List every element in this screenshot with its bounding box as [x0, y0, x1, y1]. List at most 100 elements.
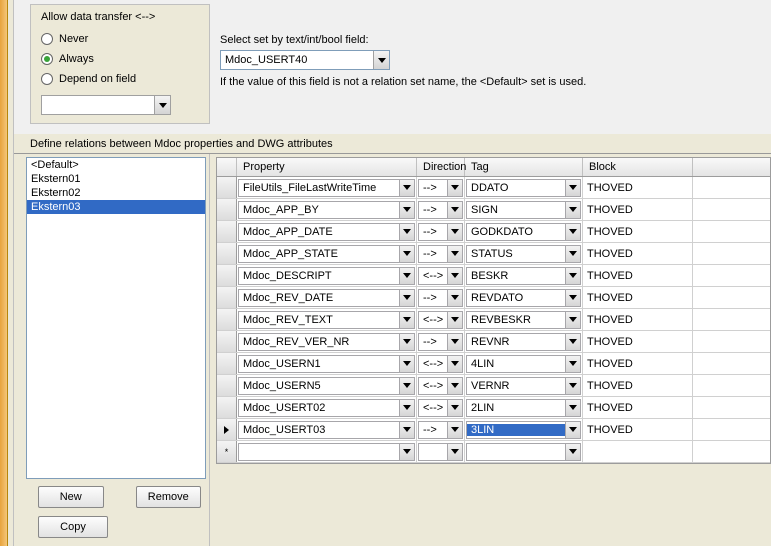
- direction-select[interactable]: -->: [418, 223, 463, 241]
- radio-always[interactable]: Always: [41, 53, 199, 65]
- table-row[interactable]: Mdoc_REV_DATE-->REVDATOTHOVED: [217, 287, 770, 309]
- direction-select[interactable]: -->: [418, 421, 463, 439]
- tag-select[interactable]: STATUS: [466, 245, 581, 263]
- block-value: THOVED: [583, 331, 693, 352]
- table-row-new[interactable]: *: [217, 441, 770, 463]
- property-select[interactable]: Mdoc_REV_VER_NR: [238, 333, 415, 351]
- tag-select[interactable]: REVBESKR: [466, 311, 581, 329]
- property-select[interactable]: Mdoc_USERN5: [238, 377, 415, 395]
- copy-button[interactable]: Copy: [38, 516, 108, 538]
- property-select[interactable]: Mdoc_USERN1: [238, 355, 415, 373]
- direction-select[interactable]: <-->: [418, 355, 463, 373]
- row-handle[interactable]: [217, 331, 237, 352]
- property-select[interactable]: Mdoc_USERT03: [238, 421, 415, 439]
- row-handle[interactable]: [217, 221, 237, 242]
- new-button[interactable]: New: [38, 486, 104, 508]
- tag-select[interactable]: VERNR: [466, 377, 581, 395]
- table-row[interactable]: Mdoc_USERT02<-->2LINTHOVED: [217, 397, 770, 419]
- table-row[interactable]: Mdoc_DESCRIPT<-->BESKRTHOVED: [217, 265, 770, 287]
- table-row[interactable]: Mdoc_APP_STATE-->STATUSTHOVED: [217, 243, 770, 265]
- list-item[interactable]: Ekstern02: [27, 186, 205, 200]
- direction-select[interactable]: <-->: [418, 377, 463, 395]
- row-handle[interactable]: [217, 397, 237, 418]
- direction-select[interactable]: [418, 443, 463, 461]
- remove-button[interactable]: Remove: [136, 486, 202, 508]
- tag-select[interactable]: 4LIN: [466, 355, 581, 373]
- row-handle[interactable]: *: [217, 441, 237, 462]
- row-handle[interactable]: [217, 419, 237, 440]
- direction-select[interactable]: -->: [418, 245, 463, 263]
- grid-header-direction[interactable]: Direction: [417, 158, 465, 176]
- tag-select[interactable]: BESKR: [466, 267, 581, 285]
- tag-select[interactable]: [466, 443, 581, 461]
- direction-select[interactable]: <-->: [418, 399, 463, 417]
- relation-set-list[interactable]: <Default>Ekstern01Ekstern02Ekstern03: [26, 157, 206, 479]
- grid-header-block[interactable]: Block: [583, 158, 693, 176]
- tag-select[interactable]: 3LIN: [466, 421, 581, 439]
- tag-select[interactable]: GODKDATO: [466, 223, 581, 241]
- chevron-down-icon: [399, 290, 414, 306]
- property-select[interactable]: Mdoc_REV_TEXT: [238, 311, 415, 329]
- row-handle[interactable]: [217, 199, 237, 220]
- property-select[interactable]: Mdoc_APP_BY: [238, 201, 415, 219]
- direction-select[interactable]: <-->: [418, 267, 463, 285]
- direction-select[interactable]: -->: [418, 289, 463, 307]
- property-select[interactable]: FileUtils_FileLastWriteTime: [238, 179, 415, 197]
- chevron-down-icon: [154, 96, 170, 114]
- property-select[interactable]: Mdoc_APP_DATE: [238, 223, 415, 241]
- chevron-down-icon: [399, 246, 414, 262]
- tag-select[interactable]: SIGN: [466, 201, 581, 219]
- chevron-down-icon: [447, 180, 462, 196]
- table-row[interactable]: Mdoc_APP_BY-->SIGNTHOVED: [217, 199, 770, 221]
- table-row[interactable]: Mdoc_REV_TEXT<-->REVBESKRTHOVED: [217, 309, 770, 331]
- property-select[interactable]: Mdoc_DESCRIPT: [238, 267, 415, 285]
- grid-header-property[interactable]: Property: [237, 158, 417, 176]
- select-set-dropdown[interactable]: Mdoc_USERT40: [220, 50, 390, 70]
- row-handle[interactable]: [217, 309, 237, 330]
- property-select[interactable]: Mdoc_REV_DATE: [238, 289, 415, 307]
- radio-depend-on-field[interactable]: Depend on field: [41, 73, 199, 85]
- tag-select[interactable]: REVDATO: [466, 289, 581, 307]
- property-select[interactable]: [238, 443, 415, 461]
- table-row[interactable]: Mdoc_USERN5<-->VERNRTHOVED: [217, 375, 770, 397]
- tag-value: REVNR: [467, 336, 565, 348]
- list-item[interactable]: Ekstern01: [27, 172, 205, 186]
- row-handle[interactable]: [217, 177, 237, 198]
- list-item[interactable]: Ekstern03: [27, 200, 205, 214]
- chevron-down-icon: [447, 334, 462, 350]
- row-handle[interactable]: [217, 265, 237, 286]
- list-item[interactable]: <Default>: [27, 158, 205, 172]
- tag-select[interactable]: 2LIN: [466, 399, 581, 417]
- button-label: Copy: [60, 521, 86, 533]
- row-handle[interactable]: [217, 375, 237, 396]
- tag-value: REVDATO: [467, 292, 565, 304]
- chevron-down-icon: [447, 356, 462, 372]
- property-select[interactable]: Mdoc_USERT02: [238, 399, 415, 417]
- tag-select[interactable]: DDATO: [466, 179, 581, 197]
- grid-header-tag[interactable]: Tag: [465, 158, 583, 176]
- property-select[interactable]: Mdoc_APP_STATE: [238, 245, 415, 263]
- relations-grid: Property Direction Tag Block FileUtils_F…: [216, 157, 771, 464]
- tag-select[interactable]: REVNR: [466, 333, 581, 351]
- row-handle[interactable]: [217, 353, 237, 374]
- property-value: Mdoc_REV_VER_NR: [239, 336, 399, 348]
- row-handle[interactable]: [217, 287, 237, 308]
- table-row[interactable]: Mdoc_USERN1<-->4LINTHOVED: [217, 353, 770, 375]
- table-row[interactable]: FileUtils_FileLastWriteTime-->DDATOTHOVE…: [217, 177, 770, 199]
- depend-field-select[interactable]: [41, 95, 171, 115]
- direction-select[interactable]: -->: [418, 333, 463, 351]
- direction-select[interactable]: <-->: [418, 311, 463, 329]
- radio-never[interactable]: Never: [41, 33, 199, 45]
- table-row[interactable]: Mdoc_APP_DATE-->GODKDATOTHOVED: [217, 221, 770, 243]
- select-set-value: Mdoc_USERT40: [221, 54, 373, 66]
- new-row-icon: *: [225, 447, 229, 457]
- chevron-down-icon: [565, 422, 580, 438]
- direction-value: -->: [419, 226, 447, 238]
- direction-select[interactable]: -->: [418, 179, 463, 197]
- table-row[interactable]: Mdoc_REV_VER_NR --> REVNR THOVED: [217, 331, 770, 353]
- chevron-down-icon: [447, 312, 462, 328]
- table-row[interactable]: Mdoc_USERT03-->3LINTHOVED: [217, 419, 770, 441]
- direction-select[interactable]: -->: [418, 201, 463, 219]
- row-handle[interactable]: [217, 243, 237, 264]
- relations-section-label: Define relations between Mdoc properties…: [14, 134, 771, 153]
